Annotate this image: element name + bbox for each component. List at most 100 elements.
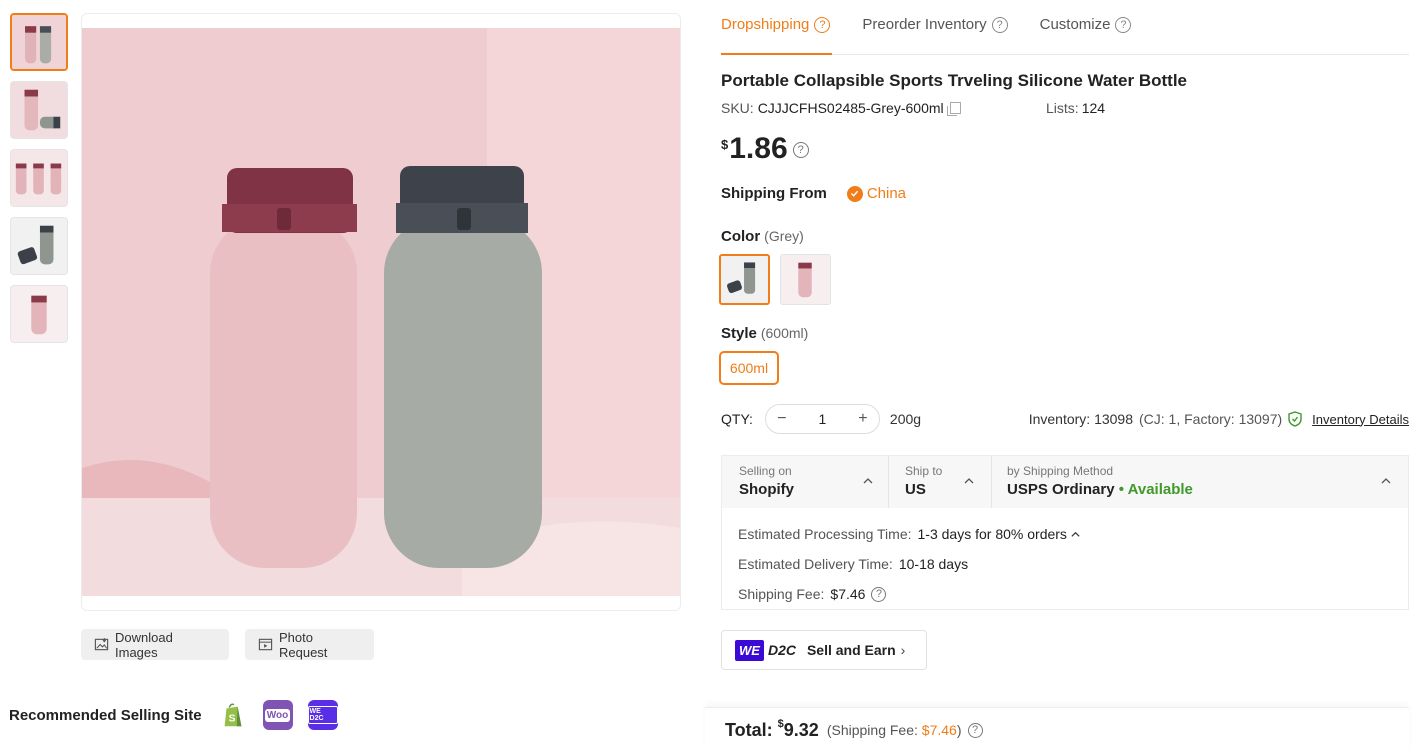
inventory-info: Inventory: 13098 (CJ: 1, Factory: 13097)… <box>1029 411 1409 427</box>
product-price: $ 1.86 ? <box>721 132 809 166</box>
help-icon[interactable]: ? <box>814 17 831 33</box>
shopify-icon[interactable]: S <box>218 700 248 730</box>
help-icon[interactable]: ? <box>1115 17 1132 33</box>
sku-row: SKU: CJJJCFHS02485-Grey-600ml <box>721 100 961 116</box>
quantity-row: QTY: − 1 + 200g Inventory: 13098 (CJ: 1,… <box>721 404 1409 434</box>
style-selected: (600ml) <box>760 325 809 341</box>
shipping-fee-value: $7.46 <box>830 586 866 602</box>
qty-plus-button[interactable]: + <box>855 410 871 428</box>
shipping-method-value: USPS Ordinary <box>1007 481 1115 498</box>
download-image-icon <box>94 637 109 652</box>
chevron-up-icon <box>964 478 974 484</box>
qty-label: QTY: <box>721 411 753 427</box>
product-title: Portable Collapsible Sports Trveling Sil… <box>721 71 1188 90</box>
shipping-method-status: • Available <box>1118 481 1193 498</box>
ship-to-select[interactable]: Ship to US <box>889 456 991 508</box>
ship-to-label: Ship to <box>905 464 943 478</box>
woocommerce-icon-text: Woo <box>264 708 291 722</box>
total-fee-prefix: (Shipping Fee: <box>826 722 918 738</box>
help-icon[interactable]: ? <box>991 17 1008 33</box>
help-icon[interactable]: ? <box>967 722 983 738</box>
processing-time-row: Estimated Processing Time: 1-3 days for … <box>738 519 1408 549</box>
style-option-600ml[interactable]: 600ml <box>719 351 779 385</box>
total-amount: 9.32 <box>783 719 819 740</box>
photo-request-button[interactable]: Photo Request <box>245 629 374 660</box>
woocommerce-icon[interactable]: Woo <box>262 700 293 730</box>
color-selected: (Grey) <box>764 228 804 244</box>
price-help-icon[interactable]: ? <box>792 142 809 158</box>
thumbnail-list <box>10 13 68 353</box>
price-amount: 1.86 <box>729 132 788 165</box>
tab-preorder-inventory[interactable]: Preorder Inventory ? <box>862 0 1008 54</box>
shipping-panel-header: Selling on Shopify Ship to US by Shippin… <box>722 456 1408 508</box>
svg-text:S: S <box>228 714 235 725</box>
tab-preorder-inventory-label: Preorder Inventory <box>862 16 987 33</box>
selling-on-select[interactable]: Selling on Shopify <box>722 456 888 508</box>
processing-time-label: Estimated Processing Time: <box>738 526 912 542</box>
shipping-panel-body: Estimated Processing Time: 1-3 days for … <box>722 508 1408 609</box>
verified-shield-icon <box>1288 411 1302 427</box>
thumbnail-2[interactable] <box>10 81 68 139</box>
mode-tabs: Dropshipping ? Preorder Inventory ? Cust… <box>721 0 1409 55</box>
help-icon[interactable]: ? <box>871 586 887 602</box>
check-circle-icon <box>846 185 863 202</box>
copy-icon[interactable] <box>946 102 961 116</box>
tab-dropshipping[interactable]: Dropshipping ? <box>721 0 833 55</box>
color-label: Color (Grey) <box>721 228 804 245</box>
shipping-from-country[interactable]: China <box>867 185 906 202</box>
sku-value: CJJJCFHS02485-Grey-600ml <box>757 100 944 116</box>
color-label-text: Color <box>721 228 761 245</box>
ship-to-value: US <box>905 481 926 498</box>
tab-dropshipping-label: Dropshipping <box>721 16 810 33</box>
tab-customize-label: Customize <box>1039 16 1111 33</box>
thumbnail-5[interactable] <box>10 285 68 343</box>
thumbnail-4[interactable] <box>10 217 68 275</box>
qty-minus-button[interactable]: − <box>774 410 790 428</box>
inventory-details-link[interactable]: Inventory Details <box>1312 412 1409 427</box>
wed2c-icon[interactable]: WE D2C <box>307 700 338 730</box>
shipping-method-label: by Shipping Method <box>1007 464 1114 478</box>
style-label: Style (600ml) <box>721 325 808 342</box>
qty-input[interactable]: 1 <box>819 411 827 427</box>
chevron-up-icon[interactable] <box>1070 529 1081 540</box>
recommended-selling-site-label: Recommended Selling Site <box>9 706 202 724</box>
style-label-text: Style <box>721 325 757 342</box>
color-option-pink[interactable] <box>780 254 831 305</box>
lists-label: Lists: <box>1046 100 1079 116</box>
total-bar: Total: $ 9.32 (Shipping Fee: $7.46) ? <box>705 707 1409 752</box>
lists-value: 124 <box>1081 100 1106 116</box>
thumbnail-1[interactable] <box>10 13 68 71</box>
total-fee-suffix: ) <box>956 722 962 738</box>
price-currency: $ <box>721 137 729 152</box>
we-badge: WE <box>735 639 764 661</box>
total-shipping-fee: (Shipping Fee: $7.46) <box>827 722 962 738</box>
delivery-time-row: Estimated Delivery Time: 10-18 days <box>738 549 1408 579</box>
sell-and-earn-button[interactable]: WE D2C Sell and Earn › <box>721 630 927 670</box>
main-product-image <box>81 13 681 611</box>
chevron-right-icon: › <box>900 642 906 658</box>
d2c-text: D2C <box>767 642 796 658</box>
thumbnail-3[interactable] <box>10 149 68 207</box>
download-images-button[interactable]: Download Images <box>81 629 229 660</box>
download-images-label: Download Images <box>115 629 173 660</box>
total-label: Total: <box>725 719 773 740</box>
delivery-time-label: Estimated Delivery Time: <box>738 556 893 572</box>
quantity-stepper: − 1 + <box>764 404 880 434</box>
shipping-method-select[interactable]: by Shipping Method USPS Ordinary • Avail… <box>992 456 1408 508</box>
wed2c-icon-text: WE D2C <box>307 706 338 724</box>
sell-and-earn-label: Sell and Earn <box>806 642 896 658</box>
chevron-up-icon <box>863 478 873 484</box>
recommended-selling-site: Recommended Selling Site S Woo WE D2C <box>9 699 353 731</box>
color-option-grey[interactable] <box>719 254 770 305</box>
sku-label: SKU: <box>721 100 754 116</box>
shipping-panel: Selling on Shopify Ship to US by Shippin… <box>721 455 1409 610</box>
inventory-total: Inventory: 13098 <box>1028 411 1133 427</box>
inventory-detail: (CJ: 1, Factory: 13097) <box>1139 411 1283 427</box>
shipping-from: Shipping From China <box>721 185 906 202</box>
delivery-time-value: 10-18 days <box>898 556 969 572</box>
tab-customize[interactable]: Customize ? <box>1040 0 1132 54</box>
shipping-fee-row: Shipping Fee: $7.46 ? <box>738 579 1408 609</box>
lists-count: Lists: 124 <box>1046 100 1105 116</box>
total-fee-value: $7.46 <box>921 722 957 738</box>
photo-request-icon <box>258 637 273 652</box>
